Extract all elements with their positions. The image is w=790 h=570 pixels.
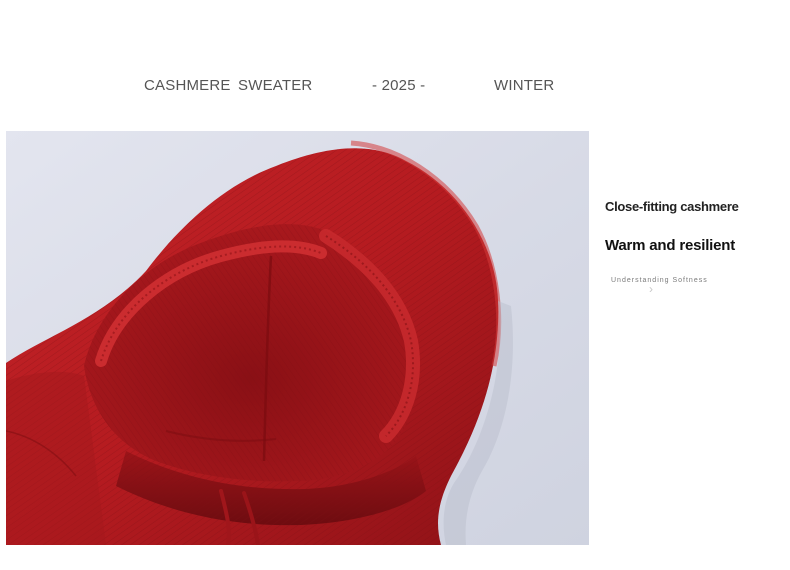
header-year: - 2025 - <box>372 77 426 94</box>
tagline-softness: Understanding Softness <box>611 277 708 284</box>
header-cashmere: CASHMERE <box>144 77 231 94</box>
header-season: WINTER <box>494 77 555 94</box>
tagline-warmth: Warm and resilient <box>605 237 736 254</box>
hoodie-illustration <box>6 131 589 545</box>
header-bar: CASHMERE SWEATER - 2025 - WINTER <box>0 75 790 97</box>
tagline-fit: Close-fitting cashmere <box>605 199 739 214</box>
product-photo <box>6 131 589 545</box>
header-sweater: SWEATER <box>238 77 313 94</box>
chevron-right-icon: › <box>649 282 653 296</box>
